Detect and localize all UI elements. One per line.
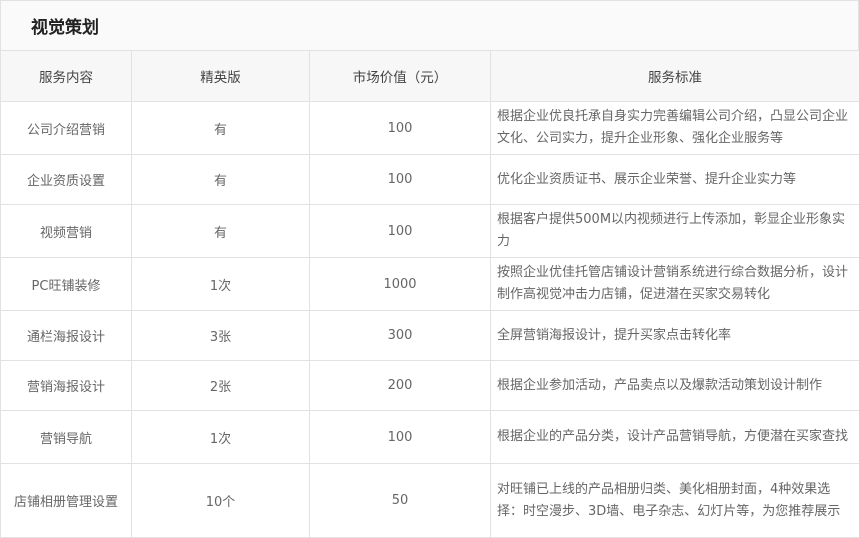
column-header-elite: 精英版: [131, 50, 310, 102]
table-row: 店铺相册管理设置 10个 50 对旺铺已上线的产品相册归类、美化相册封面，4种效…: [0, 463, 859, 538]
column-header-standard: 服务标准: [490, 50, 859, 102]
cell-service: 公司介绍营销: [0, 101, 132, 155]
cell-value: 1000: [309, 257, 491, 311]
cell-standard: 根据企业的产品分类，设计产品营销导航，方便潜在买家查找: [490, 410, 859, 464]
cell-standard: 对旺铺已上线的产品相册归类、美化相册封面，4种效果选择：时空漫步、3D墙、电子杂…: [490, 463, 859, 538]
cell-value: 100: [309, 154, 491, 205]
table-row: 通栏海报设计 3张 300 全屏营销海报设计，提升买家点击转化率: [0, 310, 859, 361]
cell-elite: 有: [131, 154, 310, 205]
cell-elite: 有: [131, 101, 310, 155]
cell-value: 100: [309, 101, 491, 155]
cell-service: 通栏海报设计: [0, 310, 132, 361]
cell-value: 100: [309, 204, 491, 258]
cell-value: 50: [309, 463, 491, 538]
table-row: 视频营销 有 100 根据客户提供500M以内视频进行上传添加，彰显企业形象实力: [0, 204, 859, 258]
service-table: 服务内容 精英版 市场价值（元） 服务标准 公司介绍营销 有 100 根据企业优…: [0, 50, 859, 538]
cell-service: 营销导航: [0, 410, 132, 464]
cell-standard: 根据企业优良托承自身实力完善编辑公司介绍，凸显公司企业文化、公司实力，提升企业形…: [490, 101, 859, 155]
cell-value: 100: [309, 410, 491, 464]
cell-service: PC旺铺装修: [0, 257, 132, 311]
cell-elite: 3张: [131, 310, 310, 361]
title-bar: 视觉策划: [0, 0, 859, 50]
cell-standard: 全屏营销海报设计，提升买家点击转化率: [490, 310, 859, 361]
table-header-row: 服务内容 精英版 市场价值（元） 服务标准: [0, 50, 859, 102]
cell-elite: 1次: [131, 257, 310, 311]
cell-elite: 10个: [131, 463, 310, 538]
page-title: 视觉策划: [31, 18, 99, 38]
service-table-panel: 视觉策划 服务内容 精英版 市场价值（元） 服务标准 公司介绍营销 有 100 …: [0, 0, 859, 538]
table-row: 公司介绍营销 有 100 根据企业优良托承自身实力完善编辑公司介绍，凸显公司企业…: [0, 101, 859, 155]
table-row: 营销导航 1次 100 根据企业的产品分类，设计产品营销导航，方便潜在买家查找: [0, 410, 859, 464]
cell-value: 200: [309, 360, 491, 411]
cell-service: 营销海报设计: [0, 360, 132, 411]
table-row: 营销海报设计 2张 200 根据企业参加活动，产品卖点以及爆款活动策划设计制作: [0, 360, 859, 411]
cell-service: 店铺相册管理设置: [0, 463, 132, 538]
cell-standard: 根据企业参加活动，产品卖点以及爆款活动策划设计制作: [490, 360, 859, 411]
cell-standard: 按照企业优佳托管店铺设计营销系统进行综合数据分析，设计制作高视觉冲击力店铺，促进…: [490, 257, 859, 311]
cell-elite: 2张: [131, 360, 310, 411]
table-row: PC旺铺装修 1次 1000 按照企业优佳托管店铺设计营销系统进行综合数据分析，…: [0, 257, 859, 311]
cell-elite: 有: [131, 204, 310, 258]
cell-standard: 根据客户提供500M以内视频进行上传添加，彰显企业形象实力: [490, 204, 859, 258]
cell-service: 企业资质设置: [0, 154, 132, 205]
cell-service: 视频营销: [0, 204, 132, 258]
column-header-value: 市场价值（元）: [309, 50, 491, 102]
cell-standard: 优化企业资质证书、展示企业荣誉、提升企业实力等: [490, 154, 859, 205]
cell-elite: 1次: [131, 410, 310, 464]
table-row: 企业资质设置 有 100 优化企业资质证书、展示企业荣誉、提升企业实力等: [0, 154, 859, 205]
cell-value: 300: [309, 310, 491, 361]
column-header-service: 服务内容: [0, 50, 132, 102]
